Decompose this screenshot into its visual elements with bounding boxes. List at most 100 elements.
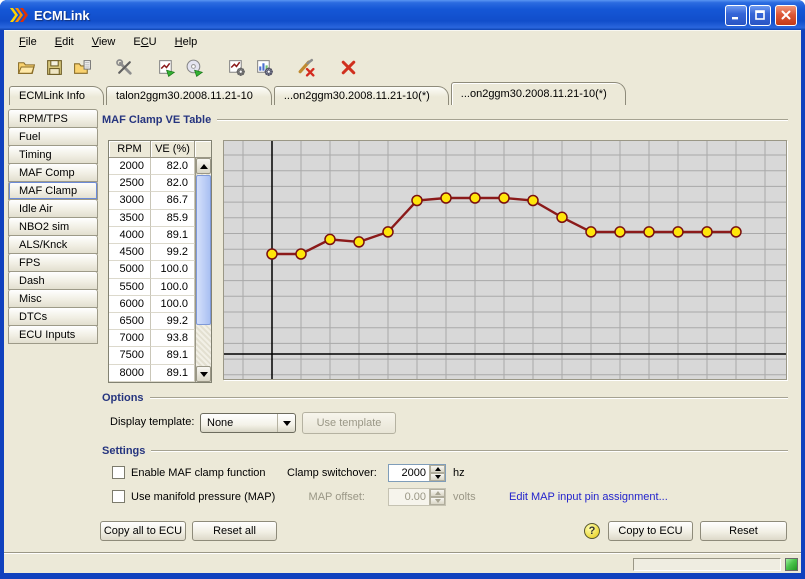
reset-button[interactable]: Reset [700, 521, 787, 541]
data-point[interactable] [586, 227, 596, 237]
table-cell[interactable]: 6000 [109, 296, 151, 313]
map-offset-value[interactable]: 0.00 [389, 489, 429, 505]
display-template-combo[interactable]: None [200, 413, 296, 433]
ve-chart[interactable] [224, 141, 786, 379]
clamp-switchover-spinner[interactable]: 2000 [388, 464, 446, 482]
save-as-button[interactable] [70, 55, 94, 79]
sidebar-item-dtcs[interactable]: DTCs [8, 307, 98, 326]
table-cell[interactable]: 3500 [109, 210, 151, 227]
tab-2-talon2ggm30-2008-11-21-10[interactable]: talon2ggm30.2008.11.21-10 [106, 86, 272, 105]
table-cell[interactable]: 89.1 [151, 365, 195, 382]
save-button[interactable] [42, 55, 66, 79]
spin-down-button[interactable] [430, 497, 445, 505]
sidebar-item-ecu-inputs[interactable]: ECU Inputs [8, 325, 98, 344]
table-cell[interactable]: 89.1 [151, 347, 195, 364]
data-point[interactable] [557, 212, 567, 222]
data-point[interactable] [528, 196, 538, 206]
data-point[interactable] [644, 227, 654, 237]
table-cell[interactable]: 2500 [109, 175, 151, 192]
import-log-button[interactable] [154, 55, 178, 79]
menu-edit[interactable]: Edit [46, 33, 83, 51]
clear-markers-button[interactable] [294, 55, 318, 79]
data-point[interactable] [325, 234, 335, 244]
data-point[interactable] [702, 227, 712, 237]
table-cell[interactable]: 6500 [109, 313, 151, 330]
table-cell[interactable]: 85.9 [151, 210, 195, 227]
table-cell[interactable]: 4000 [109, 227, 151, 244]
combo-dropdown-button[interactable] [277, 414, 295, 432]
use-template-button[interactable]: Use template [302, 412, 396, 434]
data-point[interactable] [615, 227, 625, 237]
table-cell[interactable]: 4500 [109, 244, 151, 261]
display-settings-button[interactable] [252, 55, 276, 79]
maximize-button[interactable] [749, 5, 771, 26]
table-cell[interactable]: 8000 [109, 365, 151, 382]
use-map-checkbox[interactable] [112, 490, 125, 503]
map-offset-spinner[interactable]: 0.00 [388, 488, 446, 506]
data-point[interactable] [354, 237, 364, 247]
sidebar-item-maf-comp[interactable]: MAF Comp [8, 163, 98, 182]
sidebar-item-maf-clamp[interactable]: MAF Clamp [8, 181, 98, 200]
table-cell[interactable]: 3000 [109, 192, 151, 209]
sidebar-item-nbo2-sim[interactable]: NBO2 sim [8, 217, 98, 236]
menu-file[interactable]: File [10, 33, 46, 51]
table-cell[interactable]: 5500 [109, 279, 151, 296]
sidebar-item-rpm-tps[interactable]: RPM/TPS [8, 109, 98, 128]
spin-down-button[interactable] [430, 473, 445, 481]
table-cell[interactable]: 100.0 [151, 296, 195, 313]
tools-button[interactable] [112, 55, 136, 79]
help-button[interactable]: ? [584, 523, 600, 539]
data-point[interactable] [267, 249, 277, 259]
sidebar-item-fps[interactable]: FPS [8, 253, 98, 272]
enable-maf-clamp-checkbox[interactable] [112, 466, 125, 479]
reset-all-button[interactable]: Reset all [192, 521, 277, 541]
scroll-down-button[interactable] [196, 366, 211, 382]
sidebar-item-als-knck[interactable]: ALS/Knck [8, 235, 98, 254]
delete-button[interactable] [336, 55, 360, 79]
data-point[interactable] [296, 249, 306, 259]
menu-help[interactable]: Help [166, 33, 207, 51]
open-button[interactable] [14, 55, 38, 79]
data-point[interactable] [499, 193, 509, 203]
sidebar-item-fuel[interactable]: Fuel [8, 127, 98, 146]
data-point[interactable] [383, 227, 393, 237]
table-cell[interactable]: 100.0 [151, 279, 195, 296]
copy-all-to-ecu-button[interactable]: Copy all to ECU [100, 521, 186, 541]
table-cell[interactable]: 93.8 [151, 330, 195, 347]
tab-1-ecmlink-info[interactable]: ECMLink Info [9, 86, 104, 105]
data-point[interactable] [731, 227, 741, 237]
tab-4-on2ggm30-2008-11-21-10[interactable]: ...on2ggm30.2008.11.21-10(*) [451, 82, 626, 105]
edit-map-pin-link[interactable]: Edit MAP input pin assignment... [509, 491, 668, 503]
table-cell[interactable]: 7500 [109, 347, 151, 364]
close-button[interactable] [775, 5, 797, 26]
table-cell[interactable]: 2000 [109, 158, 151, 175]
data-point[interactable] [441, 193, 451, 203]
tab-3-on2ggm30-2008-11-21-10[interactable]: ...on2ggm30.2008.11.21-10(*) [274, 86, 449, 105]
scrollbar-thumb[interactable] [196, 175, 211, 325]
menu-view[interactable]: View [83, 33, 125, 51]
flash-ecu-button[interactable] [182, 55, 206, 79]
sidebar-item-idle-air[interactable]: Idle Air [8, 199, 98, 218]
data-point[interactable] [673, 227, 683, 237]
table-cell[interactable]: 82.0 [151, 158, 195, 175]
table-cell[interactable]: 7000 [109, 330, 151, 347]
spin-up-button[interactable] [430, 489, 445, 497]
table-cell[interactable]: 99.2 [151, 244, 195, 261]
table-cell[interactable]: 99.2 [151, 313, 195, 330]
menu-ecu[interactable]: ECU [124, 33, 165, 51]
scroll-up-button[interactable] [196, 158, 211, 174]
clamp-switchover-value[interactable]: 2000 [389, 465, 429, 481]
data-point[interactable] [470, 193, 480, 203]
table-scrollbar[interactable] [195, 158, 211, 382]
sidebar-item-dash[interactable]: Dash [8, 271, 98, 290]
sidebar-item-misc[interactable]: Misc [8, 289, 98, 308]
minimize-button[interactable] [725, 5, 747, 26]
table-cell[interactable]: 82.0 [151, 175, 195, 192]
table-cell[interactable]: 89.1 [151, 227, 195, 244]
table-cell[interactable]: 100.0 [151, 261, 195, 278]
table-cell[interactable]: 86.7 [151, 192, 195, 209]
copy-to-ecu-button[interactable]: Copy to ECU [608, 521, 693, 541]
spin-up-button[interactable] [430, 465, 445, 473]
sidebar-item-timing[interactable]: Timing [8, 145, 98, 164]
graph-settings-button[interactable] [224, 55, 248, 79]
